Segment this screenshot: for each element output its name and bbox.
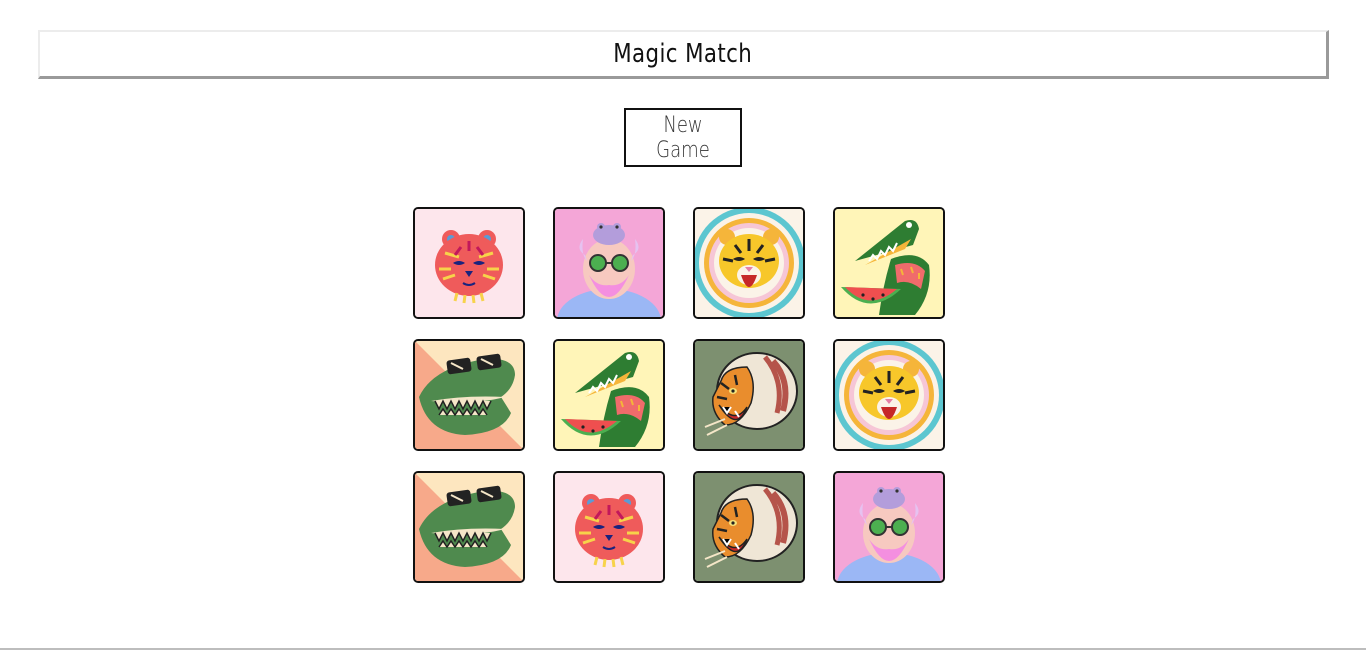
new-game-label: New Game [656,112,710,163]
card-rainbow-tiger[interactable] [693,207,805,319]
new-game-button[interactable]: New Game [624,108,742,167]
card-old-man-with-frog[interactable] [553,207,665,319]
card-old-man-with-frog[interactable] [833,471,945,583]
tiger-with-helmet-illustration [695,473,803,581]
old-man-with-frog-illustration [835,473,943,581]
pink-tiger-face-illustration [555,473,663,581]
card-pink-tiger-face[interactable] [553,471,665,583]
game-title: Magic Match [613,39,753,69]
crocodile-with-sunglasses-illustration [415,341,523,449]
card-crocodile-with-sunglasses[interactable] [413,471,525,583]
pink-tiger-face-illustration [415,209,523,317]
tiger-with-helmet-illustration [695,341,803,449]
card-pink-tiger-face[interactable] [413,207,525,319]
title-bar: Magic Match [38,30,1329,79]
crocodile-with-sunglasses-illustration [415,473,523,581]
card-crocodile-eating-watermelon[interactable] [833,207,945,319]
card-crocodile-with-sunglasses[interactable] [413,339,525,451]
crocodile-eating-watermelon-illustration [555,341,663,449]
card-tiger-with-helmet[interactable] [693,471,805,583]
card-tiger-with-helmet[interactable] [693,339,805,451]
rainbow-tiger-illustration [695,209,803,317]
rainbow-tiger-illustration [835,341,943,449]
crocodile-eating-watermelon-illustration [835,209,943,317]
old-man-with-frog-illustration [555,209,663,317]
card-crocodile-eating-watermelon[interactable] [553,339,665,451]
card-rainbow-tiger[interactable] [833,339,945,451]
